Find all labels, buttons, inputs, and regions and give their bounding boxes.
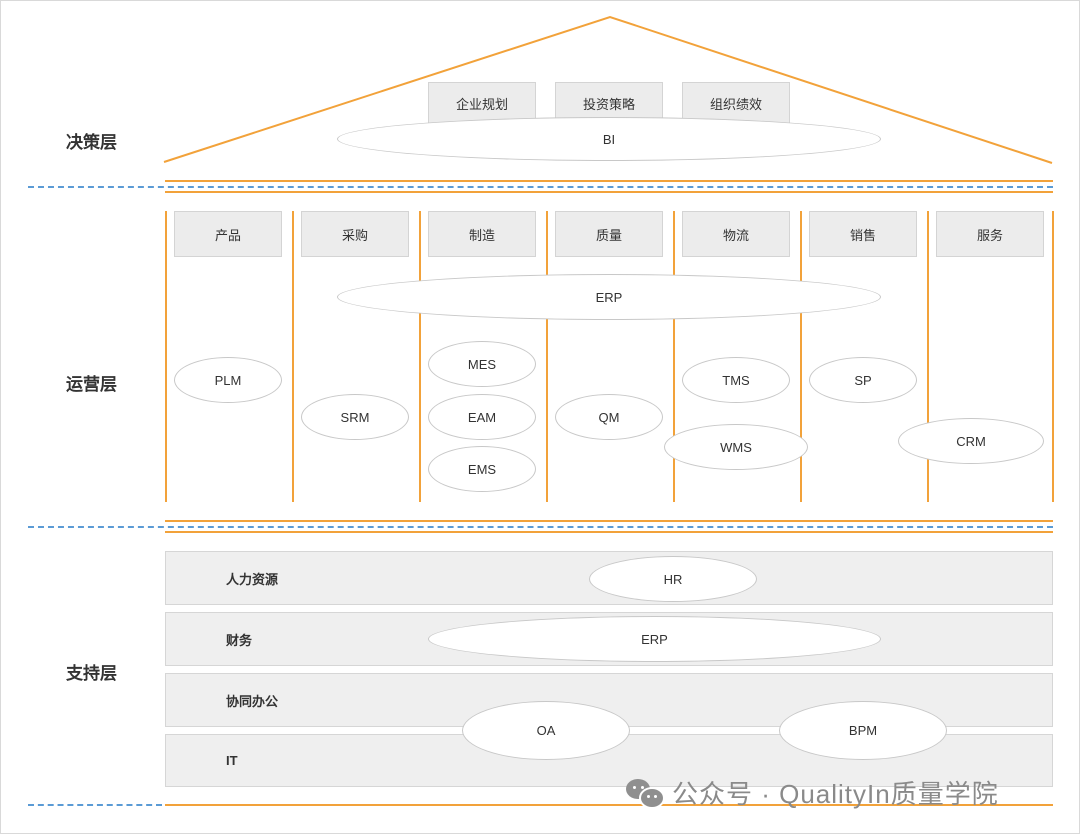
system-erp-operation: ERP <box>337 274 881 320</box>
column-divider <box>800 211 802 502</box>
layer-label-decision: 决策层 <box>66 133 117 152</box>
domain-box-service: 服务 <box>936 211 1044 257</box>
column-divider <box>1052 211 1054 502</box>
system-mes: MES <box>428 341 536 387</box>
separator-dash <box>28 526 1053 528</box>
system-ems: EMS <box>428 446 536 492</box>
bottom-dash <box>28 804 162 806</box>
system-hr: HR <box>589 556 757 602</box>
system-wms: WMS <box>664 424 808 470</box>
separator-dash <box>28 186 1053 188</box>
support-row-label: 财务 <box>226 632 253 648</box>
system-crm: CRM <box>898 418 1044 464</box>
support-row-label: 协同办公 <box>226 693 279 709</box>
system-plm: PLM <box>174 357 282 403</box>
support-row-label: 人力资源 <box>226 571 279 587</box>
watermark-text: 公众号 · QualityIn质量学院 <box>672 778 999 809</box>
separator-line <box>165 520 1053 522</box>
separator-line <box>165 531 1053 533</box>
layer-label-support: 支持层 <box>66 664 117 683</box>
support-row-label: IT <box>226 753 238 768</box>
system-oa: OA <box>462 701 630 760</box>
house-roof <box>163 15 1053 164</box>
domain-box-manufacturing: 制造 <box>428 211 536 257</box>
column-divider <box>419 211 421 502</box>
system-srm: SRM <box>301 394 409 440</box>
domain-box-quality: 质量 <box>555 211 663 257</box>
watermark: 公众号 · QualityIn质量学院 <box>624 774 999 810</box>
system-sp: SP <box>809 357 917 403</box>
column-divider <box>165 211 167 502</box>
system-bi: BI <box>337 117 881 161</box>
layer-label-operation: 运营层 <box>66 375 117 394</box>
system-bpm: BPM <box>779 701 947 760</box>
column-divider <box>546 211 548 502</box>
domain-box-logistics: 物流 <box>682 211 790 257</box>
system-qm: QM <box>555 394 663 440</box>
domain-box-procurement: 采购 <box>301 211 409 257</box>
system-tms: TMS <box>682 357 790 403</box>
wechat-icon <box>624 775 665 809</box>
separator-line <box>165 180 1053 182</box>
column-divider <box>292 211 294 502</box>
system-erp-finance: ERP <box>428 616 881 662</box>
system-eam: EAM <box>428 394 536 440</box>
separator-line <box>165 191 1053 193</box>
domain-box-product: 产品 <box>174 211 282 257</box>
domain-box-sales: 销售 <box>809 211 917 257</box>
